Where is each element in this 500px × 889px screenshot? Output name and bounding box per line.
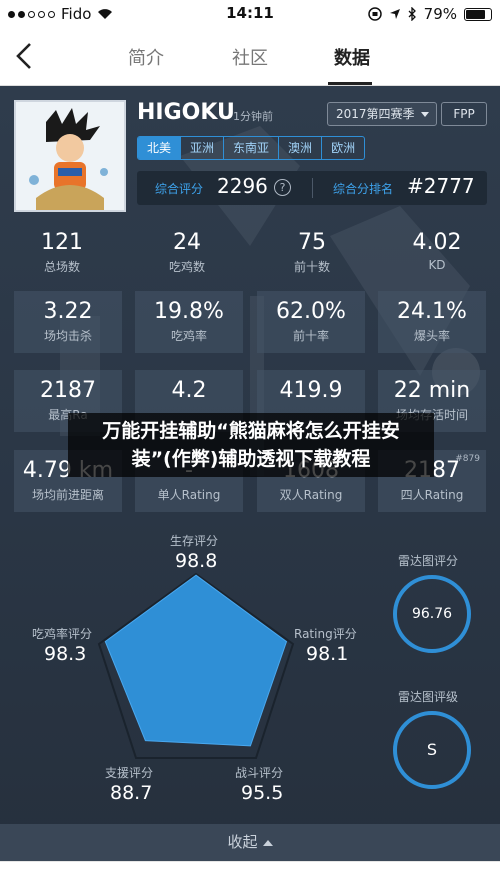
radar-grade-circle: S (393, 711, 471, 789)
lock-rotation-icon (367, 7, 382, 21)
radar-grade-label: 雷达图评级 (398, 690, 459, 704)
battery-percent: 79% (423, 5, 457, 23)
tab-intro[interactable]: 简介 (128, 44, 164, 70)
back-arrow-icon[interactable] (14, 42, 34, 70)
overlay-line-2: 装”(作弊)辅助透视下载教程 (131, 448, 371, 470)
radar-label-rating: Rating评分 (294, 627, 357, 641)
radar-value-win-rate: 98.3 (44, 643, 87, 665)
radar-area (104, 574, 288, 747)
radar-label-win-rate: 吃鸡率评分 (32, 627, 93, 641)
radar-value-support: 88.7 (110, 782, 153, 804)
overlay-line-1: 万能开挂辅助“熊猫麻将怎么开挂安 (102, 420, 400, 442)
collapse-button[interactable]: 收起 (0, 824, 500, 861)
radar-value-combat: 95.5 (241, 782, 284, 804)
battery-icon (464, 7, 492, 21)
radar-label-combat: 战斗评分 (235, 766, 284, 780)
radar-score-label: 雷达图评分 (398, 554, 459, 568)
radar-label-survival: 生存评分 (170, 534, 219, 548)
bottom-strip (0, 861, 500, 889)
radar-score-circle: 96.76 (393, 575, 471, 653)
nav-bar: 简介 社区 数据 (0, 28, 500, 86)
tab-community[interactable]: 社区 (232, 44, 268, 70)
radar-value-rating: 98.1 (306, 643, 349, 665)
radar-value-survival: 98.8 (175, 550, 218, 572)
location-icon (389, 9, 400, 19)
caret-up-icon (262, 839, 273, 846)
bluetooth-icon (408, 7, 416, 21)
radar-label-support: 支援评分 (105, 766, 154, 780)
tab-data[interactable]: 数据 (334, 44, 370, 70)
collapse-label: 收起 (227, 833, 258, 851)
active-tab-indicator (328, 82, 372, 85)
overlay-banner: 万能开挂辅助“熊猫麻将怎么开挂安 装”(作弊)辅助透视下载教程 (68, 413, 434, 477)
status-bar: Fido 14:11 79% (0, 0, 500, 28)
